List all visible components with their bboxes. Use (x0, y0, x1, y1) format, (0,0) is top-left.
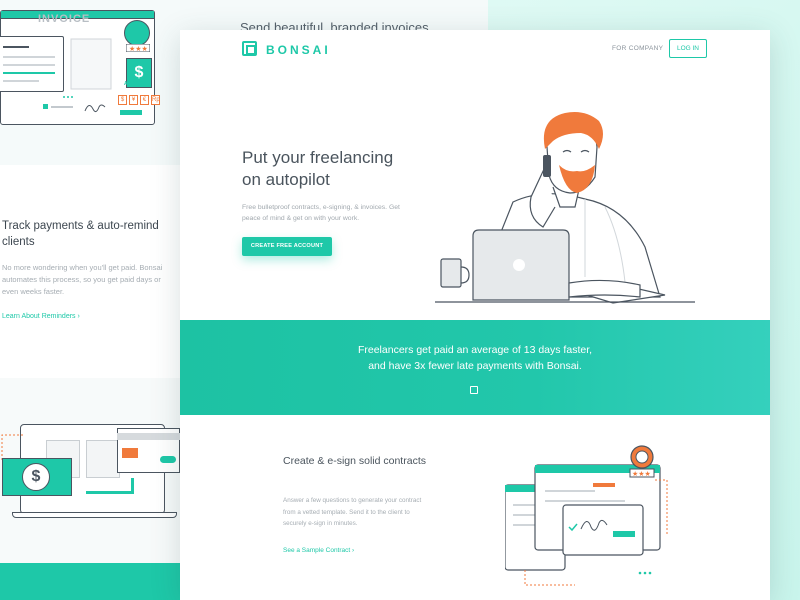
laptop-window-graphic (86, 440, 120, 478)
dollar-coin-icon: $ (22, 463, 50, 491)
invoice-send-button (120, 110, 142, 115)
currency-selector: $ ¥ € Rp (118, 95, 160, 105)
freelancer-illustration (435, 112, 695, 304)
contracts-description: Answer a few questions to generate your … (283, 497, 422, 527)
laptop-base (12, 512, 177, 518)
bonsai-mark-icon (470, 386, 478, 394)
see-sample-contract-link[interactable]: See a Sample Contract › (283, 547, 354, 554)
reminders-description: No more wondering when you'll get paid. … (2, 263, 163, 296)
svg-text:★★★: ★★★ (632, 470, 651, 478)
currency-yen: ¥ (129, 95, 138, 105)
brand-name[interactable]: BONSAI (266, 43, 331, 57)
bonsai-logo-icon[interactable] (242, 41, 257, 56)
stats-text-line1: Freelancers get paid an average of 13 da… (357, 344, 593, 356)
hero-section: Put your freelancing on autopilot Free b… (180, 72, 770, 320)
stars-icon: ★★★ (126, 44, 150, 52)
currency-euro: € (140, 95, 149, 105)
contract-windows-illustration: ★★★ (505, 445, 668, 586)
svg-text:★★★: ★★★ (129, 45, 148, 52)
invoice-heading: INVOICE (38, 13, 91, 25)
card-stripe (117, 433, 180, 440)
invoice-line-items (0, 36, 64, 92)
landing-page: BONSAI FOR COMPANY LOG IN Put your freel… (180, 30, 770, 600)
contracts-title: Create & e-sign solid contracts (283, 455, 426, 467)
create-free-account-button[interactable]: CREATE FREE ACCOUNT (242, 237, 332, 256)
award-badge-icon (124, 20, 150, 46)
autopay-toggle (160, 456, 176, 463)
top-nav: BONSAI FOR COMPANY LOG IN (180, 30, 770, 72)
login-button[interactable]: LOG IN (669, 39, 707, 58)
stats-text-line2: and have 3x fewer late payments with Bon… (368, 360, 582, 372)
stats-banner: Freelancers get paid an average of 13 da… (180, 320, 770, 415)
reminders-title: Track payments & auto-remind clients (2, 220, 159, 248)
hero-subtitle: Free bulletproof contracts, e-signing, &… (242, 204, 400, 222)
learn-about-reminders-link[interactable]: Learn About Reminders › (2, 313, 80, 320)
hero-title: Put your freelancing on autopilot (242, 148, 394, 189)
for-company-link[interactable]: FOR COMPANY (612, 45, 663, 52)
card-chip-icon (122, 448, 138, 458)
currency-rupiah: Rp (151, 95, 160, 105)
currency-usd: $ (118, 95, 127, 105)
contracts-section: Create & e-sign solid contracts Answer a… (180, 415, 770, 600)
approve-label: APPROVE (124, 81, 149, 87)
transfer-arrow-icon (86, 478, 134, 494)
line-items-graphic (3, 46, 55, 82)
